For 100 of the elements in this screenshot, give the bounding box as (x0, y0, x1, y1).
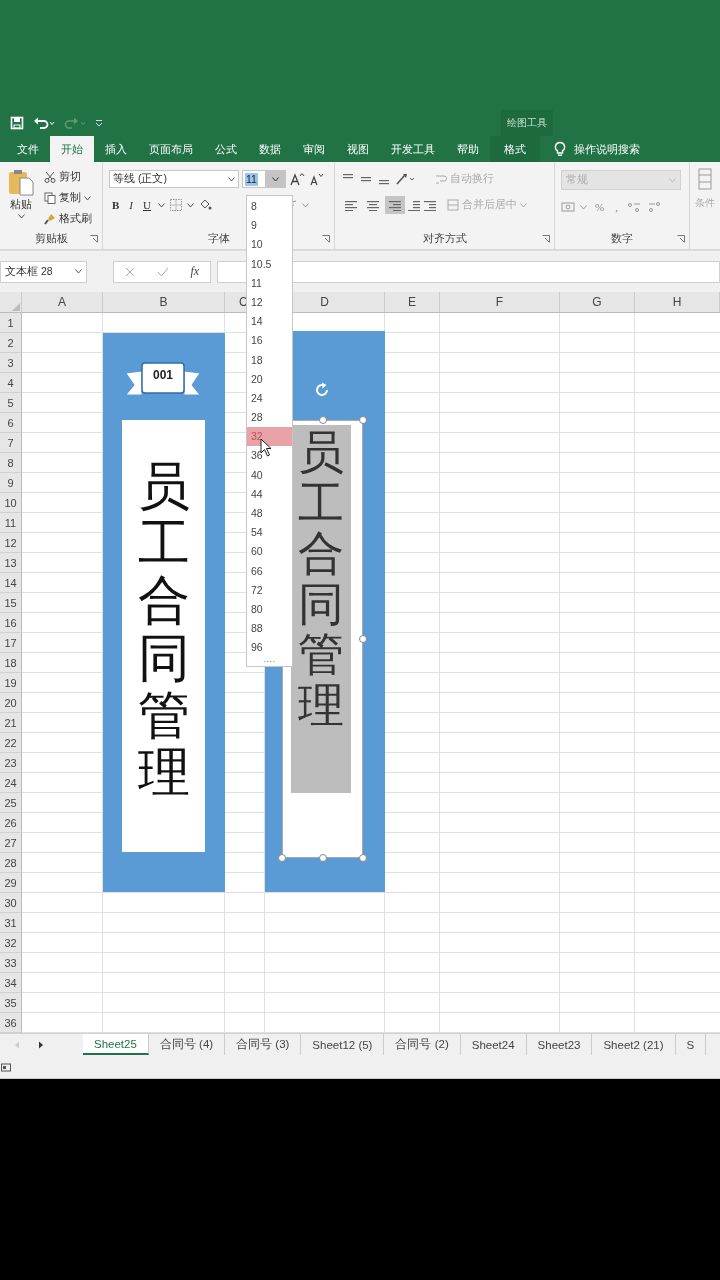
next-sheet-icon[interactable] (38, 1040, 44, 1049)
grow-font-icon[interactable] (289, 172, 305, 186)
column-header[interactable]: B (159, 295, 168, 309)
ribbon-tab[interactable]: 页面布局 (138, 136, 204, 162)
row-header[interactable]: 3 (0, 353, 22, 373)
row-header[interactable]: 30 (0, 893, 22, 913)
dialog-launcher-icon[interactable] (677, 235, 685, 243)
row-header[interactable]: 14 (0, 573, 22, 593)
row-header[interactable]: 35 (0, 993, 22, 1013)
row-header[interactable]: 33 (0, 953, 22, 973)
menu-item[interactable]: 9 (247, 216, 292, 236)
column-header[interactable]: F (495, 295, 504, 309)
column-header[interactable]: D (320, 295, 329, 309)
ribbon-tab[interactable]: 帮助 (446, 136, 490, 162)
row-header[interactable]: 11 (0, 513, 22, 533)
row-header[interactable]: 36 (0, 1013, 22, 1033)
tell-me-search[interactable]: 操作说明搜索 (574, 141, 640, 157)
column-header[interactable]: A (58, 295, 66, 309)
menu-item[interactable]: 20 (247, 369, 292, 389)
caret-icon[interactable] (17, 214, 25, 219)
name-box[interactable]: 文本框 28 (0, 260, 87, 283)
caret-icon[interactable] (84, 195, 91, 201)
increase-indent-icon[interactable] (423, 199, 437, 211)
font-size-field[interactable]: 11 (242, 170, 286, 188)
text-box[interactable]: 员工合同管理 (282, 420, 363, 858)
caret-icon[interactable] (186, 202, 194, 208)
row-header[interactable]: 17 (0, 633, 22, 653)
undo-icon[interactable] (33, 116, 55, 130)
caret-icon[interactable] (75, 269, 82, 274)
increase-decimal-icon[interactable] (625, 201, 642, 213)
caret-icon[interactable] (271, 176, 279, 182)
caret-icon[interactable] (228, 176, 235, 182)
row-header[interactable]: 4 (0, 373, 22, 393)
row-header[interactable]: 23 (0, 753, 22, 773)
rotate-icon[interactable] (313, 381, 331, 399)
row-header[interactable]: 25 (0, 793, 22, 813)
bold-button[interactable]: B (109, 196, 123, 214)
row-header[interactable]: 26 (0, 813, 22, 833)
row-header[interactable]: 6 (0, 413, 22, 433)
row-header[interactable]: 5 (0, 393, 22, 413)
row-header[interactable]: 18 (0, 653, 22, 673)
lightbulb-icon[interactable] (554, 141, 566, 157)
ribbon-tab[interactable]: 文件 (6, 136, 50, 162)
ribbon-tab[interactable]: 数据 (248, 136, 292, 162)
column-header[interactable]: E (408, 295, 416, 309)
row-header[interactable]: 28 (0, 853, 22, 873)
row-header[interactable]: 32 (0, 933, 22, 953)
format-painter-button[interactable]: 格式刷 (42, 210, 94, 228)
dialog-launcher-icon[interactable] (542, 235, 550, 243)
menu-item[interactable]: 10.5 (247, 254, 292, 274)
cut-button[interactable]: 剪切 (42, 168, 94, 186)
save-icon[interactable] (10, 116, 24, 130)
column-header[interactable]: H (672, 295, 682, 309)
sheet-tab[interactable]: Sheet25 (83, 1034, 149, 1055)
row-header[interactable]: 13 (0, 553, 22, 573)
paste-button[interactable]: 粘贴 (4, 168, 38, 229)
copy-button[interactable]: 复制 (42, 189, 94, 207)
row-header[interactable]: 8 (0, 453, 22, 473)
enter-icon[interactable] (156, 266, 169, 277)
resize-handle[interactable] (359, 854, 367, 862)
menu-item[interactable]: 10 (247, 235, 292, 255)
menu-item[interactable]: 11 (247, 273, 292, 293)
customize-icon[interactable] (95, 119, 103, 127)
ribbon-tab[interactable]: 插入 (94, 136, 138, 162)
resize-handle[interactable] (359, 416, 367, 424)
menu-item[interactable]: 16 (247, 331, 292, 351)
caret-icon[interactable] (157, 202, 165, 208)
row-header[interactable]: 20 (0, 693, 22, 713)
row-header[interactable]: 21 (0, 713, 22, 733)
row-header[interactable]: 22 (0, 733, 22, 753)
menu-item[interactable]: 12 (247, 292, 292, 313)
resize-grip-icon[interactable] (262, 660, 277, 663)
shrink-font-icon[interactable] (308, 172, 324, 186)
cancel-icon[interactable] (124, 266, 135, 277)
row-header[interactable]: 10 (0, 493, 22, 513)
border-icon[interactable] (168, 198, 183, 212)
resize-handle[interactable] (359, 635, 367, 643)
ribbon-tab[interactable]: 格式 (490, 136, 540, 162)
row-header[interactable]: 27 (0, 833, 22, 853)
underline-button[interactable]: U (140, 196, 154, 214)
row-header[interactable]: 15 (0, 593, 22, 613)
decrease-indent-icon[interactable] (407, 199, 421, 211)
row-header[interactable]: 31 (0, 913, 22, 933)
font-name-field[interactable]: 等线 (正文) (109, 170, 239, 188)
ribbon-tab[interactable]: 开始 (50, 136, 94, 162)
menu-item[interactable]: 14 (247, 312, 292, 332)
row-header[interactable]: 9 (0, 473, 22, 493)
menu-item[interactable]: 24 (247, 388, 292, 409)
menu-item[interactable]: 8 (247, 197, 292, 217)
ribbon-tab[interactable]: 开发工具 (380, 136, 446, 162)
row-header[interactable]: 2 (0, 333, 22, 353)
insert-function-button[interactable]: fx (190, 264, 200, 279)
dialog-launcher-icon[interactable] (322, 235, 330, 243)
row-header[interactable]: 7 (0, 433, 22, 453)
orientation-icon[interactable] (395, 172, 415, 186)
ribbon-tab[interactable]: 视图 (336, 136, 380, 162)
row-header[interactable]: 1 (0, 313, 22, 333)
row-header[interactable]: 12 (0, 533, 22, 553)
resize-handle[interactable] (278, 854, 286, 862)
ribbon-tab[interactable]: 公式 (204, 136, 248, 162)
